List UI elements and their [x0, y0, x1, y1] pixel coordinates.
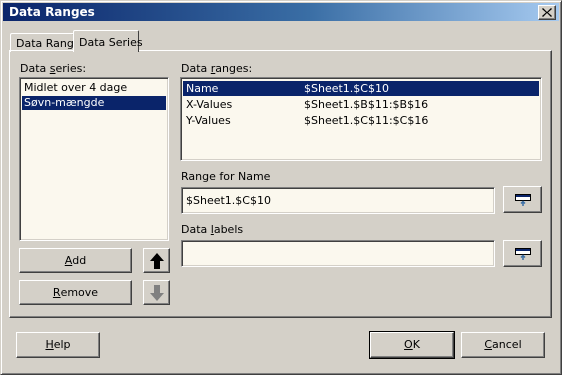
range-row[interactable]: Y-Values $Sheet1.$C$11:$C$16 — [183, 113, 539, 128]
add-button[interactable]: Add — [19, 248, 132, 273]
label-part: abels — [213, 223, 244, 236]
title-bar[interactable]: Data Ranges — [3, 3, 559, 21]
label-part: Data — [181, 62, 211, 75]
tab-data-series-label: Data Series — [79, 36, 143, 49]
move-down-button[interactable] — [143, 280, 170, 305]
accel: R — [52, 286, 61, 299]
range-value: $Sheet1.$C$10 — [304, 82, 389, 95]
label-part: eries: — [55, 62, 87, 75]
data-labels-select-button[interactable] — [503, 240, 542, 267]
data-labels-label: Data labels — [181, 223, 243, 236]
cancel-button[interactable]: Cancel — [461, 332, 545, 358]
range-value: $Sheet1.$C$11:$C$16 — [304, 114, 429, 127]
move-up-button[interactable] — [143, 248, 170, 273]
label-rest: emove — [60, 286, 99, 299]
data-series-label: Data series: — [20, 62, 86, 75]
label-part: Data — [20, 62, 50, 75]
data-ranges-label: Data ranges: — [181, 62, 252, 75]
range-row-selected[interactable]: Name $Sheet1.$C$10 — [183, 81, 539, 96]
range-role: Name — [186, 82, 219, 95]
range-value: $Sheet1.$B$11:$B$16 — [304, 98, 429, 111]
accel: A — [64, 254, 73, 267]
label-rest: elp — [53, 338, 71, 351]
accel: H — [45, 338, 54, 351]
label-rest: dd — [72, 254, 87, 267]
range-role: Y-Values — [186, 114, 231, 127]
data-ranges-list[interactable]: Name $Sheet1.$C$10 X-Values $Sheet1.$B$1… — [180, 77, 542, 161]
arrow-down-icon — [150, 285, 164, 301]
series-item[interactable]: Midlet over 4 dage — [22, 81, 164, 95]
close-button[interactable] — [538, 5, 556, 20]
close-icon — [542, 8, 552, 17]
tab-data-range-label: Data Range — [16, 37, 81, 50]
range-for-name-select-button[interactable] — [503, 186, 542, 213]
range-role: X-Values — [186, 98, 233, 111]
accel: O — [404, 338, 413, 351]
label-rest: K — [412, 338, 420, 351]
range-for-name-input[interactable]: $Sheet1.$C$10 — [181, 187, 495, 214]
help-button[interactable]: Help — [16, 332, 100, 358]
data-series-list[interactable]: Midlet over 4 dage Søvn-mængde — [19, 77, 169, 241]
shrink-dialog-icon — [515, 248, 531, 260]
label-part: anges: — [215, 62, 253, 75]
tab-data-series[interactable]: Data Series — [73, 30, 143, 52]
range-row[interactable]: X-Values $Sheet1.$B$11:$B$16 — [183, 97, 539, 112]
series-item-selected[interactable]: Søvn-mængde — [22, 96, 166, 110]
ok-button[interactable]: OK — [369, 331, 455, 359]
arrow-up-icon — [150, 253, 164, 269]
range-for-label: Range for Name — [181, 170, 271, 183]
label-rest: ancel — [492, 338, 522, 351]
accel: C — [484, 338, 493, 351]
label-part: Data — [181, 223, 211, 236]
dialog-title: Data Ranges — [9, 5, 95, 19]
remove-button[interactable]: Remove — [19, 280, 132, 305]
data-labels-input[interactable] — [181, 240, 495, 267]
shrink-dialog-icon — [515, 194, 531, 206]
